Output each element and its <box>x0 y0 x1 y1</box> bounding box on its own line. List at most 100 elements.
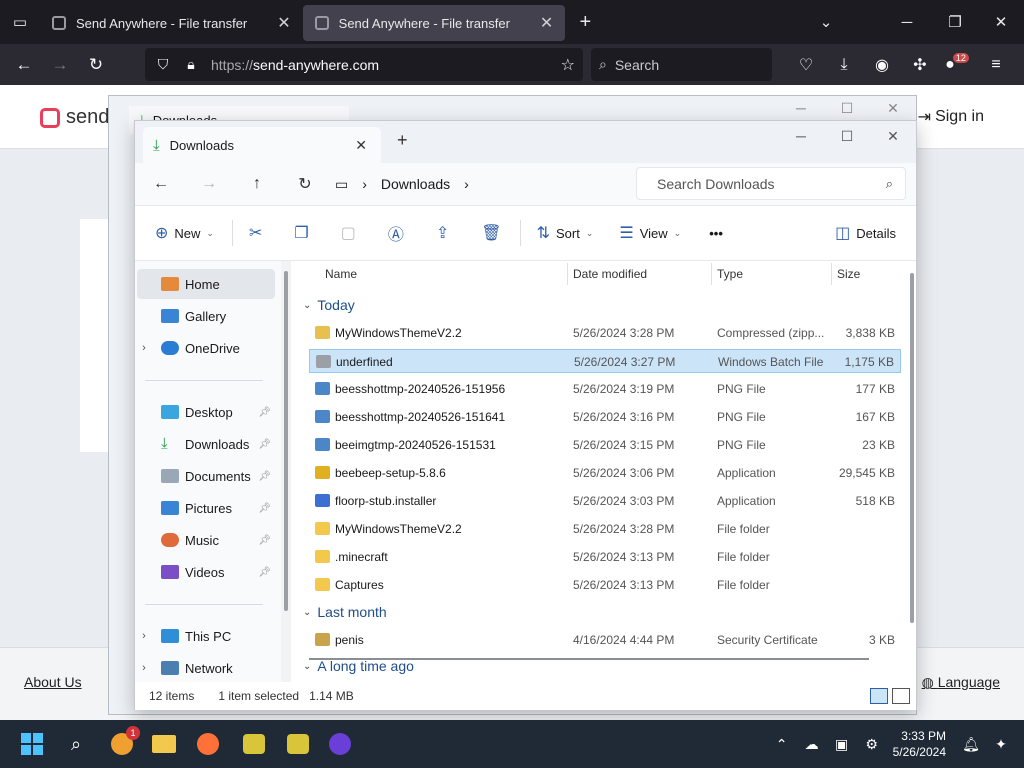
file-row[interactable]: floorp-stub.installer 5/26/2024 3:03 PM Ap… <box>309 489 901 513</box>
nav-item-videos[interactable]: Videos 📌︎ <box>137 557 275 587</box>
group-header-last-month[interactable]: ⌄ Last month <box>303 604 387 620</box>
start-windows-icon[interactable] <box>18 730 46 758</box>
file-row[interactable]: .minecraft 5/26/2024 3:13 PM File folder <box>309 545 901 569</box>
column-divider[interactable] <box>831 263 832 285</box>
nav-item-network[interactable]: › Network <box>137 653 275 682</box>
account-icon[interactable]: ◉ <box>864 55 900 75</box>
file-row[interactable]: MyWindowsThemeV2.2 5/26/2024 3:28 PM Compr… <box>309 321 901 345</box>
column-divider[interactable] <box>711 263 712 285</box>
pin-icon[interactable]: 📌︎ <box>258 439 271 450</box>
nav-item-gallery[interactable]: Gallery <box>137 301 275 331</box>
settings-tray-icon[interactable]: ⚙ <box>857 736 887 753</box>
forward-icon[interactable]: → <box>185 175 233 193</box>
bookmark-star-icon[interactable]: ☆ <box>561 55 575 75</box>
collapse-chevron-icon[interactable]: ⌄ <box>303 607 311 618</box>
tab-list-icon[interactable]: ▭ <box>0 13 40 31</box>
explorer-tab-downloads[interactable]: ⤓ Downloads ✕ <box>143 127 381 163</box>
nav-item-home[interactable]: Home <box>137 269 275 299</box>
pin-icon[interactable]: 📌︎ <box>258 471 271 482</box>
new-tab-icon[interactable]: + <box>565 11 605 34</box>
shield-icon[interactable]: ⛉ <box>149 56 177 73</box>
nav-item-music[interactable]: Music 📌︎ <box>137 525 275 555</box>
downloads-icon[interactable]: ⤓ <box>826 56 862 74</box>
sign-in-link[interactable]: ⇥ Sign in <box>918 107 984 127</box>
close-window-icon[interactable]: ✕ <box>978 13 1024 31</box>
nav-scrollbar[interactable] <box>281 261 291 682</box>
new-button[interactable]: ⊕ New ⌄ <box>155 223 214 243</box>
reload-icon[interactable]: ↻ <box>78 55 114 75</box>
notification-bell-icon[interactable]: 🔔︎ <box>956 736 986 753</box>
file-list-scrollbar[interactable] <box>910 273 914 623</box>
paste-button[interactable]: ▢ <box>341 223 356 243</box>
close-tab-icon[interactable]: ✕ <box>277 13 290 33</box>
minimize-icon[interactable]: ─ <box>882 14 932 31</box>
search-icon[interactable]: ⌕ <box>62 730 90 758</box>
details-button[interactable]: ◫ Details <box>835 223 896 243</box>
url-text[interactable]: https://send-anywhere.com <box>211 57 379 73</box>
close-tab-icon[interactable]: ✕ <box>355 137 367 154</box>
column-divider[interactable] <box>567 263 568 285</box>
close-window-icon[interactable]: ✕ <box>870 128 916 145</box>
share-button[interactable]: ⇪ <box>436 223 449 243</box>
nav-item-desktop[interactable]: Desktop 📌︎ <box>137 397 275 427</box>
breadcrumb-chevron-icon[interactable]: › <box>362 176 367 192</box>
column-name[interactable]: Name <box>325 267 357 281</box>
sort-button[interactable]: ⇅ Sort ⌄ <box>537 223 594 243</box>
forward-icon[interactable]: → <box>42 55 78 75</box>
nav-item-onedrive[interactable]: › OneDrive <box>137 333 275 363</box>
chevron-up-icon[interactable]: ⌃ <box>767 736 797 753</box>
tab-overflow-chevron-icon[interactable]: ⌄ <box>806 13 846 31</box>
browser-tab-1[interactable]: Send Anywhere - File transfer ✕ <box>40 5 303 41</box>
monitor-icon[interactable]: ▭ <box>335 176 348 193</box>
beebeep-taskbar-icon[interactable] <box>240 730 268 758</box>
breadcrumb[interactable]: ▭ › Downloads › <box>335 176 469 193</box>
language-link[interactable]: ◍ Language <box>922 674 1000 691</box>
copy-button[interactable]: ❐ <box>294 223 308 243</box>
tiles-view-icon[interactable] <box>892 688 910 704</box>
display-icon[interactable]: ▣ <box>827 736 857 753</box>
browser-search-bar[interactable]: ⌕ Search <box>591 48 772 81</box>
search-downloads-input[interactable]: Search Downloads ⌕ <box>636 167 906 200</box>
file-row[interactable]: beebeep-setup-5.8.6 5/26/2024 3:06 PM Appl… <box>309 461 901 485</box>
file-row[interactable]: beeimgtmp-20240526-151531 5/26/2024 3:15 … <box>309 433 901 457</box>
close-tab-icon[interactable]: ✕ <box>540 13 553 33</box>
browser-tab-2[interactable]: Send Anywhere - File transfer ✕ <box>302 5 566 41</box>
nav-scrollbar-thumb[interactable] <box>284 271 288 611</box>
delete-button[interactable]: 🗑︎ <box>481 223 501 243</box>
column-date-modified[interactable]: Date modified <box>573 267 647 281</box>
close-window-icon[interactable]: ✕ <box>870 100 916 117</box>
cut-button[interactable]: ✂ <box>249 223 262 243</box>
up-icon[interactable]: ↑ <box>233 175 281 193</box>
pin-icon[interactable]: 📌︎ <box>258 535 271 546</box>
rename-button[interactable]: Ⓐ <box>388 221 404 245</box>
about-us-link[interactable]: About Us <box>24 674 82 690</box>
file-row[interactable]: penis 4/16/2024 4:44 PM Security Certifica… <box>309 628 901 652</box>
expand-chevron-icon[interactable]: › <box>137 630 151 642</box>
floorp-taskbar-icon[interactable] <box>326 730 354 758</box>
minimize-icon[interactable]: ─ <box>778 100 824 117</box>
expand-chevron-icon[interactable]: › <box>137 342 151 354</box>
back-icon[interactable]: ← <box>137 175 185 193</box>
pin-icon[interactable]: 📌︎ <box>258 503 271 514</box>
file-row[interactable]: beesshottmp-20240526-151956 5/26/2024 3:1… <box>309 377 901 401</box>
file-explorer-taskbar-icon[interactable] <box>150 730 178 758</box>
restore-icon[interactable]: ❐ <box>932 13 978 31</box>
file-row[interactable]: beesshottmp-20240526-151641 5/26/2024 3:1… <box>309 405 901 429</box>
details-view-icon[interactable] <box>870 688 888 704</box>
firefox-taskbar-icon[interactable] <box>194 730 222 758</box>
onedrive-tray-icon[interactable]: ☁ <box>797 736 827 753</box>
nav-item-downloads[interactable]: ⤓ Downloads 📌︎ <box>137 429 275 459</box>
file-row[interactable]: underfined 5/26/2024 3:27 PM Windows Batch… <box>309 349 901 373</box>
horizontal-scrollbar[interactable] <box>309 658 869 660</box>
new-tab-icon[interactable]: + <box>397 130 408 151</box>
beebeep-taskbar-icon-2[interactable] <box>284 730 312 758</box>
copilot-icon[interactable]: ✦ <box>986 736 1016 753</box>
refresh-icon[interactable]: ↻ <box>281 174 329 194</box>
expand-chevron-icon[interactable]: › <box>137 662 151 674</box>
maximize-icon[interactable]: ☐ <box>824 100 870 117</box>
maximize-icon[interactable]: ☐ <box>824 128 870 145</box>
pocket-icon[interactable]: ♡ <box>788 55 824 75</box>
extensions-icon[interactable]: ✣ <box>902 55 938 75</box>
minimize-icon[interactable]: ─ <box>778 128 824 144</box>
group-header-today[interactable]: ⌄ Today <box>303 297 355 313</box>
